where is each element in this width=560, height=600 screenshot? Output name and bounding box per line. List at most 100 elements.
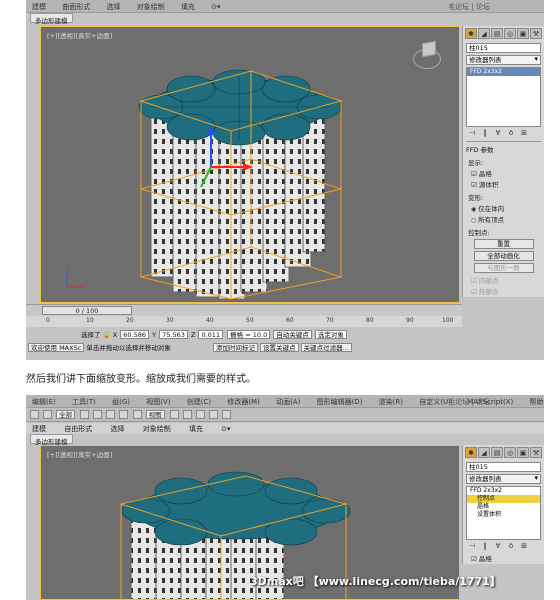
menu-edit[interactable]: 编辑(E) bbox=[32, 398, 56, 406]
stack-item-ffd[interactable]: FFD 2x3x2 bbox=[467, 68, 540, 76]
maxscript-listener[interactable]: 欢迎使用 MAXSc bbox=[28, 343, 85, 352]
utilities-tab-icon[interactable]: ⚒ bbox=[530, 28, 542, 39]
main-toolbar: 全部 视图 bbox=[26, 408, 544, 422]
remove-modifier-icon[interactable]: ō bbox=[506, 129, 516, 138]
snap-icon[interactable] bbox=[182, 410, 192, 419]
make-unique-icon[interactable]: ∀ bbox=[493, 542, 503, 551]
stack-item-set-volume[interactable]: 设置体积 bbox=[467, 511, 540, 519]
rotate-icon[interactable] bbox=[119, 410, 129, 419]
only-in-volume-radio[interactable]: 仅在体内 bbox=[471, 203, 536, 213]
redo-icon[interactable] bbox=[43, 410, 53, 419]
menu-fill[interactable]: 填充 bbox=[181, 3, 195, 11]
lattice-checkbox[interactable]: 晶格 bbox=[471, 168, 536, 178]
configure-icon[interactable]: ⊞ bbox=[519, 129, 529, 138]
remove-modifier-icon[interactable]: ō bbox=[506, 542, 516, 551]
selected-dropdown[interactable]: 选定对象 bbox=[314, 330, 347, 339]
hierarchy-tab-icon[interactable]: ▤ bbox=[491, 447, 503, 458]
tab-populate[interactable]: 填充 bbox=[189, 425, 203, 433]
menu-views[interactable]: 视图(V) bbox=[146, 398, 170, 406]
motion-tab-icon[interactable]: ◎ bbox=[504, 28, 516, 39]
selection-filter-dropdown[interactable]: 全部 bbox=[56, 410, 76, 419]
select-by-name-icon[interactable] bbox=[93, 410, 103, 419]
scale-icon[interactable] bbox=[132, 410, 142, 419]
stack-item-control-points[interactable]: 控制点 bbox=[467, 495, 540, 503]
reference-coord-dropdown[interactable]: 视图 bbox=[145, 410, 165, 419]
menu-tools[interactable]: 工具(T) bbox=[72, 398, 96, 406]
menu-animation[interactable]: 动画(A) bbox=[276, 398, 300, 406]
command-panel: ✱ ◢ ▤ ◎ ▣ ⚒ 柱015 修改器列表 FFD 2x3x2 ⊣ ‖ ∀ ō… bbox=[462, 26, 544, 297]
menu-graph-editors[interactable]: 图形编辑器(D) bbox=[317, 398, 363, 406]
lattice-checkbox[interactable]: 晶格 bbox=[471, 553, 536, 563]
utilities-tab-icon[interactable]: ⚒ bbox=[530, 447, 542, 458]
menu-create[interactable]: 创建(C) bbox=[187, 398, 211, 406]
ffd-params-title[interactable]: FFD 参数 bbox=[466, 141, 541, 154]
menu-more[interactable]: ⊙▾ bbox=[211, 3, 220, 11]
tab-polygon-modeling[interactable]: 多边形建模 bbox=[30, 434, 73, 446]
tab-object-paint[interactable]: 对象绘制 bbox=[143, 425, 171, 433]
auto-key-button[interactable]: 自动关键点 bbox=[273, 330, 312, 339]
object-name-field[interactable]: 柱015 bbox=[466, 462, 541, 472]
lock-icon[interactable]: 🔒 bbox=[103, 331, 111, 339]
modifier-list-dropdown[interactable]: 修改器列表 bbox=[466, 55, 541, 65]
perspective-viewport[interactable]: [+][透视][真实+边面] bbox=[40, 26, 460, 303]
create-tab-icon[interactable]: ✱ bbox=[465, 28, 477, 39]
select-icon[interactable] bbox=[80, 410, 90, 419]
stack-item-ffd[interactable]: FFD 2x3x2 bbox=[467, 487, 540, 495]
angle-snap-icon[interactable] bbox=[195, 410, 205, 419]
z-coord-field[interactable]: 0.011 bbox=[198, 330, 224, 339]
move-icon[interactable] bbox=[106, 410, 116, 419]
y-coord-field[interactable]: 75.563 bbox=[159, 330, 188, 339]
create-tab-icon[interactable]: ✱ bbox=[465, 447, 477, 458]
stack-icons: ⊣ ‖ ∀ ō ⊞ bbox=[467, 542, 540, 551]
inside-points-checkbox[interactable]: 内部点 bbox=[471, 275, 536, 285]
menu-help[interactable]: 帮助(H) bbox=[529, 398, 544, 406]
menu-customize[interactable]: 自定义(U) bbox=[419, 398, 451, 406]
pin-stack-icon[interactable]: ⊣ bbox=[467, 542, 477, 551]
menu-group[interactable]: 组(G) bbox=[112, 398, 130, 406]
modifier-list-dropdown[interactable]: 修改器列表 bbox=[466, 474, 541, 484]
forum-watermark: 毛论坛 | 论坛 bbox=[448, 3, 490, 11]
tab-freeform[interactable]: 自由形式 bbox=[64, 425, 92, 433]
tab-modeling[interactable]: 建模 bbox=[32, 425, 46, 433]
menu-surface[interactable]: 曲面形式 bbox=[62, 3, 90, 11]
tab-more[interactable]: ⊙▾ bbox=[221, 425, 230, 433]
all-vertices-radio[interactable]: 所有顶点 bbox=[471, 214, 536, 224]
display-tab-icon[interactable]: ▣ bbox=[517, 447, 529, 458]
pin-stack-icon[interactable]: ⊣ bbox=[467, 129, 477, 138]
tab-selection[interactable]: 选择 bbox=[110, 425, 124, 433]
align-icon[interactable] bbox=[222, 410, 232, 419]
modifier-stack: FFD 2x3x2 bbox=[466, 67, 541, 127]
undo-icon[interactable] bbox=[30, 410, 39, 419]
menu-object-paint[interactable]: 对象绘制 bbox=[137, 3, 165, 11]
reset-button[interactable]: 重置 bbox=[473, 239, 534, 249]
menu-rendering[interactable]: 渲染(R) bbox=[379, 398, 403, 406]
stack-item-lattice[interactable]: 晶格 bbox=[467, 503, 540, 511]
key-filters-button[interactable]: 关键点过滤器... bbox=[300, 343, 352, 352]
animate-all-button[interactable]: 全部动画化 bbox=[473, 251, 534, 261]
outside-points-checkbox[interactable]: 外部点 bbox=[471, 286, 536, 296]
modify-tab-icon[interactable]: ◢ bbox=[478, 447, 490, 458]
tick-label: 40 bbox=[206, 317, 214, 324]
time-slider[interactable]: 0 / 100 bbox=[42, 306, 132, 315]
motion-tab-icon[interactable]: ◎ bbox=[504, 447, 516, 458]
menu-select[interactable]: 选择 bbox=[106, 3, 120, 11]
make-unique-icon[interactable]: ∀ bbox=[493, 129, 503, 138]
add-time-tag[interactable]: 添加时间标记 bbox=[212, 343, 258, 352]
source-volume-checkbox[interactable]: 源体积 bbox=[471, 179, 536, 189]
object-name-field[interactable]: 柱015 bbox=[466, 43, 541, 53]
menu-modeling[interactable]: 建模 bbox=[32, 3, 46, 11]
tab-polygon-modeling[interactable]: 多边形建模 bbox=[30, 13, 73, 25]
set-key-button[interactable]: 设置关键点 bbox=[260, 343, 299, 352]
tick-label: 60 bbox=[286, 317, 294, 324]
modify-tab-icon[interactable]: ◢ bbox=[478, 28, 490, 39]
hierarchy-tab-icon[interactable]: ▤ bbox=[491, 28, 503, 39]
show-end-result-icon[interactable]: ‖ bbox=[480, 542, 490, 551]
show-end-result-icon[interactable]: ‖ bbox=[480, 129, 490, 138]
menu-modifiers[interactable]: 修改器(M) bbox=[227, 398, 260, 406]
x-coord-field[interactable]: 60.586 bbox=[120, 330, 150, 339]
conform-to-shape-button[interactable]: 与图形一致 bbox=[473, 263, 534, 273]
mirror-icon[interactable] bbox=[208, 410, 218, 419]
pivot-icon[interactable] bbox=[169, 410, 179, 419]
display-tab-icon[interactable]: ▣ bbox=[517, 28, 529, 39]
configure-icon[interactable]: ⊞ bbox=[519, 542, 529, 551]
